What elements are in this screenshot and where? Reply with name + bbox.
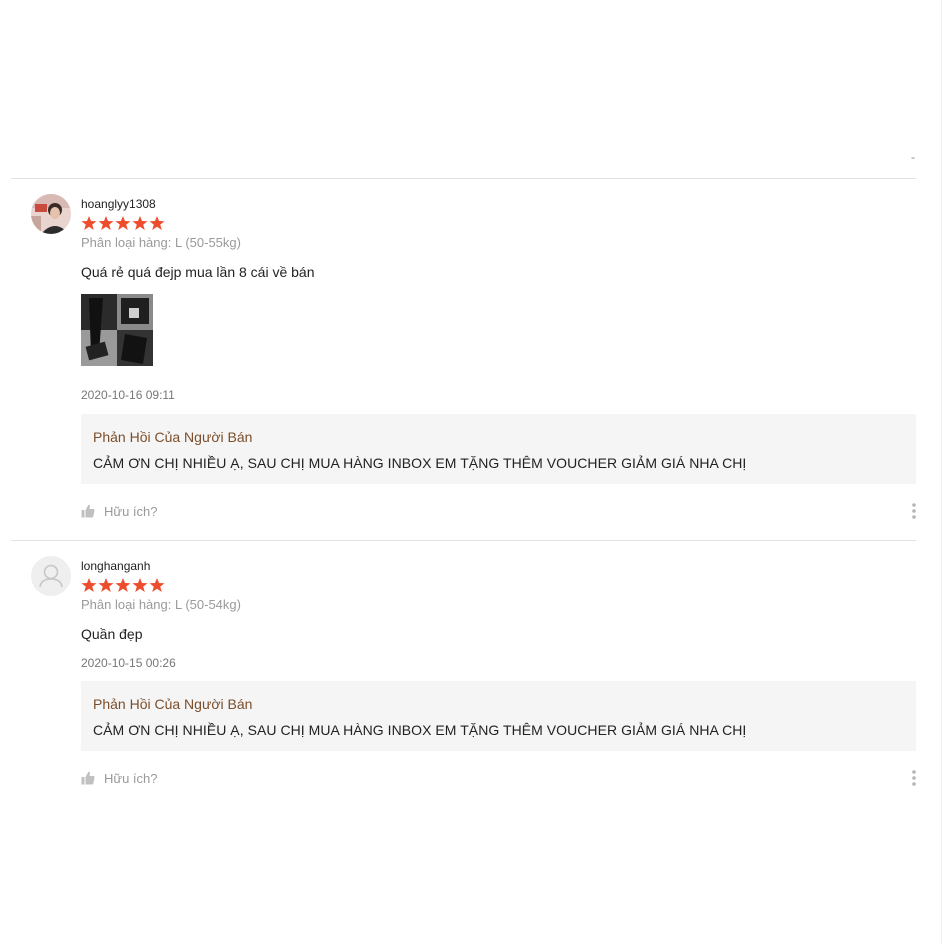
star-icon [132, 578, 148, 592]
more-vertical-icon [912, 503, 916, 519]
more-vertical-icon [912, 770, 916, 786]
product-variation: Phân loại hàng: L (50-54kg) [81, 597, 241, 612]
username[interactable]: hoanglyy1308 [81, 197, 156, 211]
seller-reply: Phản Hồi Của Người Bán CẢM ƠN CHỊ NHIỀU … [81, 681, 916, 751]
star-icon [149, 578, 165, 592]
helpful-button[interactable]: Hữu ích? [81, 502, 158, 520]
review-divider [11, 540, 916, 541]
avatar[interactable] [31, 556, 71, 596]
star-icon [98, 578, 114, 592]
star-icon [132, 216, 148, 230]
star-icon [81, 578, 97, 592]
seller-reply-text: CẢM ƠN CHỊ NHIỀU Ạ, SAU CHỊ MUA HÀNG INB… [93, 722, 747, 738]
seller-reply: Phản Hồi Của Người Bán CẢM ƠN CHỊ NHIỀU … [81, 414, 916, 484]
scrollbar-track[interactable] [941, 0, 942, 944]
review-comment: Quần đẹp [81, 626, 143, 642]
seller-reply-text: CẢM ƠN CHỊ NHIỀU Ạ, SAU CHỊ MUA HÀNG INB… [93, 455, 747, 471]
review-divider [11, 178, 916, 179]
top-edge-mark: - [911, 150, 915, 164]
default-avatar-icon [31, 556, 71, 596]
star-rating [81, 215, 165, 231]
review-timestamp: 2020-10-15 00:26 [81, 656, 176, 670]
thumbs-up-icon [81, 771, 95, 785]
helpful-label: Hữu ích? [104, 770, 158, 786]
username[interactable]: longhanganh [81, 559, 150, 573]
product-variation: Phân loại hàng: L (50-55kg) [81, 235, 241, 250]
star-icon [149, 216, 165, 230]
review-timestamp: 2020-10-16 09:11 [81, 388, 175, 402]
seller-reply-title: Phản Hồi Của Người Bán [93, 429, 253, 445]
star-icon [115, 216, 131, 230]
helpful-label: Hữu ích? [104, 503, 158, 519]
more-options-button[interactable] [908, 769, 920, 787]
star-icon [115, 578, 131, 592]
helpful-button[interactable]: Hữu ích? [81, 769, 158, 787]
review-photo[interactable] [81, 294, 153, 366]
avatar[interactable] [31, 194, 71, 234]
star-rating [81, 577, 165, 593]
thumbs-up-icon [81, 504, 95, 518]
more-options-button[interactable] [908, 502, 920, 520]
star-icon [81, 216, 97, 230]
user-photo-avatar [31, 194, 71, 234]
star-icon [98, 216, 114, 230]
seller-reply-title: Phản Hồi Của Người Bán [93, 696, 253, 712]
review-photo-thumbnail [81, 294, 153, 366]
review-comment: Quá rẻ quá đejp mua lần 8 cái về bán [81, 264, 315, 280]
